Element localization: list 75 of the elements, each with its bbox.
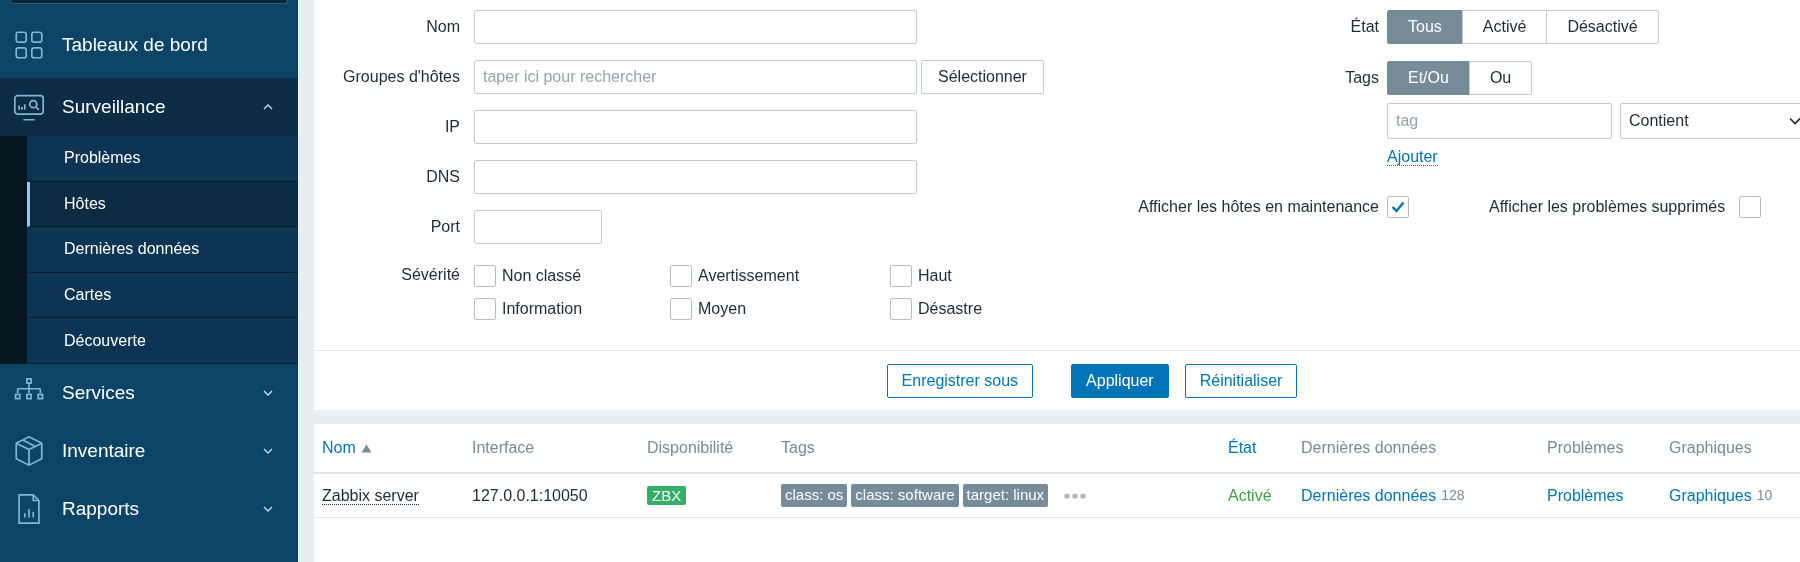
graphs-link[interactable]: Graphiques: [1669, 483, 1752, 508]
chevron-icon: [262, 103, 274, 111]
checkbox[interactable]: [474, 265, 496, 287]
box-icon: [12, 433, 46, 468]
field-label: Groupes d'hôtes: [343, 67, 460, 87]
checkbox[interactable]: [670, 265, 692, 287]
segment-button[interactable]: Désactivé: [1546, 10, 1659, 44]
checkbox[interactable]: [890, 298, 912, 320]
action-button[interactable]: Enregistrer sous: [886, 363, 1034, 398]
field-label: Sévérité: [401, 265, 460, 285]
problems-link[interactable]: Problèmes: [1547, 486, 1624, 504]
checkbox-label: Afficher les hôtes en maintenance: [1138, 197, 1379, 217]
segment-button[interactable]: Activé: [1461, 10, 1548, 44]
input-field[interactable]: [474, 110, 917, 144]
checkbox[interactable]: [890, 265, 912, 287]
action-button[interactable]: Réinitialiser: [1184, 363, 1298, 398]
chevron-icon: [262, 446, 274, 455]
sort-ascending-icon: [360, 443, 372, 453]
add-link[interactable]: Ajouter: [1387, 148, 1438, 166]
menu-item[interactable]: Tableaux de bord: [0, 4, 298, 78]
latest-data-link[interactable]: Dernières données: [1301, 483, 1437, 508]
column-header: Problèmes: [1547, 438, 1624, 458]
menu-item[interactable]: Rapports: [0, 479, 298, 538]
table-cell: 127.0.0.1:10050: [472, 486, 588, 504]
operator-dropdown[interactable]: Contient: [1620, 103, 1800, 139]
grid-icon: [12, 28, 46, 62]
input-field[interactable]: [474, 210, 602, 244]
checkbox[interactable]: [670, 298, 692, 320]
checkbox[interactable]: [474, 298, 496, 320]
chevron-icon: [262, 388, 274, 397]
checkbox-label: Moyen: [698, 299, 747, 319]
chevron-icon: [1789, 117, 1800, 125]
menu-item[interactable]: Inventaire: [0, 421, 298, 480]
column-header: Graphiques: [1669, 438, 1752, 458]
checkbox-label: Information: [502, 299, 583, 319]
segment-button[interactable]: Ou: [1468, 61, 1533, 95]
submenu-item[interactable]: Découverte: [27, 318, 298, 364]
menu-item[interactable]: Services: [0, 363, 298, 422]
field-label: DNS: [426, 167, 460, 187]
count: 128: [1441, 486, 1465, 505]
column-header: Dernières données: [1301, 438, 1437, 458]
menu-item[interactable]: Surveillance: [0, 78, 298, 136]
host-link[interactable]: Zabbix server: [322, 486, 419, 505]
checkbox[interactable]: [1739, 196, 1762, 218]
submenu-item[interactable]: Problèmes: [27, 136, 298, 182]
field-label: Nom: [426, 17, 460, 37]
checkmark-icon: [1391, 201, 1405, 213]
field-label: Port: [430, 217, 460, 237]
input-field[interactable]: [474, 10, 917, 44]
submenu-item[interactable]: Dernières données: [27, 227, 298, 273]
select-button[interactable]: Sélectionner: [921, 60, 1044, 94]
checkbox-label: Non classé: [502, 266, 582, 286]
checkbox-label: Afficher les problèmes supprimés: [1489, 198, 1726, 215]
input-field[interactable]: [474, 160, 917, 194]
checkbox[interactable]: [1387, 196, 1409, 218]
input-field[interactable]: taper ici pour rechercher: [474, 60, 917, 94]
checkbox-label: Haut: [918, 266, 952, 286]
column-header: Interface: [472, 438, 535, 458]
field-label: Tags: [1345, 68, 1379, 88]
field-label: IP: [444, 117, 460, 137]
action-button[interactable]: Appliquer: [1071, 363, 1169, 398]
submenu-item[interactable]: Hôtes: [27, 181, 298, 228]
availability-badge: ZBX: [647, 485, 687, 505]
more-icon[interactable]: [1064, 492, 1087, 499]
count: 10: [1756, 486, 1773, 505]
checkbox-label: Avertissement: [698, 266, 800, 286]
submenu-item[interactable]: Cartes: [27, 272, 298, 319]
input-field[interactable]: tag: [1387, 103, 1612, 139]
column-header: Tags: [781, 438, 815, 458]
chevron-icon: [262, 504, 274, 513]
column-header[interactable]: État: [1228, 436, 1257, 460]
column-header[interactable]: Nom: [322, 436, 372, 460]
field-label: État: [1350, 16, 1379, 37]
checkbox-label: Désastre: [918, 299, 983, 319]
column-header: Disponibilité: [647, 438, 734, 458]
